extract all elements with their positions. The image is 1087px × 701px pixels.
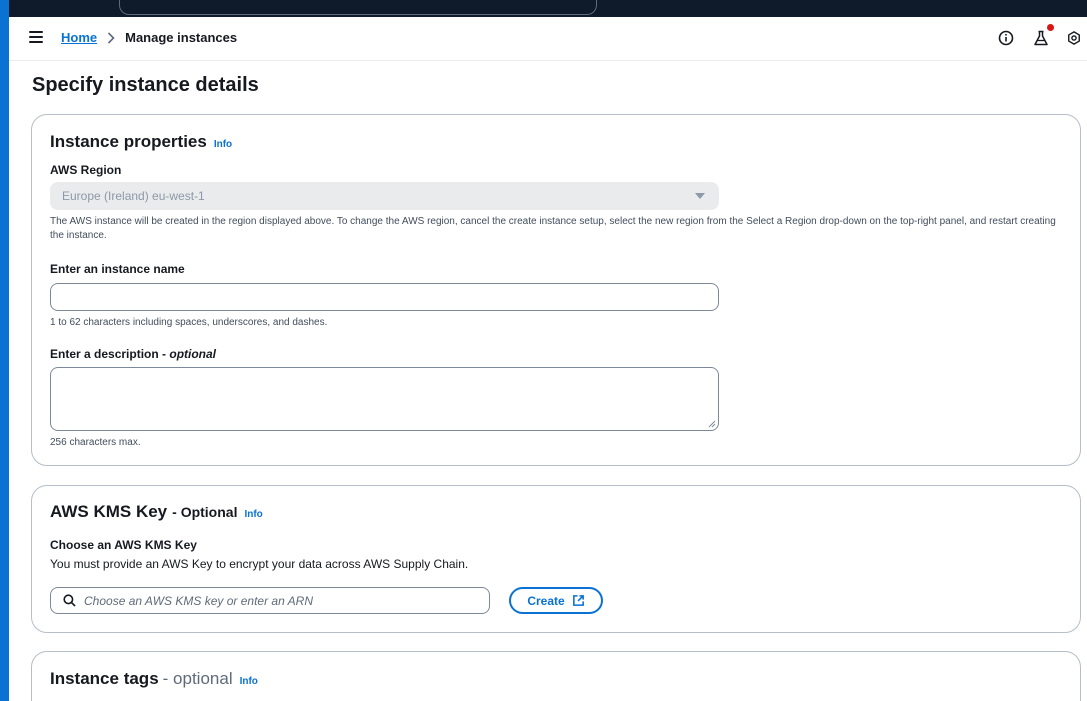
description-optional-text: optional [169,347,217,361]
description-help: 256 characters max. [50,437,141,448]
aws-region-help: The AWS instance will be created in the … [50,216,1056,241]
caret-down-icon [695,193,705,199]
external-link-icon [572,595,584,606]
instance-name-help: 1 to 62 characters including spaces, und… [50,317,328,328]
kms-help: You must provide an AWS Key to encrypt y… [50,557,469,571]
description-label-text: Enter a description - [50,347,170,361]
kms-search-input[interactable]: Choose an AWS KMS key or enter an ARN [50,587,490,614]
info-link[interactable]: Info [244,509,262,520]
resize-grip-icon[interactable] [708,420,716,428]
notification-dot [1047,24,1054,31]
breadcrumb-home-link[interactable]: Home [61,30,97,45]
tags-optional-text: - optional [162,669,233,688]
kms-key-title: AWS KMS Key [50,502,168,521]
instance-name-label: Enter an instance name [50,262,185,276]
instance-tags-heading: Instance tags - optional Info [50,669,258,689]
kms-key-heading: AWS KMS Key - Optional Info [50,502,263,522]
browser-top-strip [9,0,1087,17]
create-kms-key-button[interactable]: Create [509,587,603,614]
kms-search-placeholder: Choose an AWS KMS key or enter an ARN [84,593,313,608]
description-label: Enter a description - optional [50,347,216,361]
search-icon [63,594,76,607]
create-button-label: Create [527,593,565,608]
window-left-edge [0,0,9,701]
instance-tags-panel: Instance tags - optional Info [31,651,1081,701]
aws-region-select: Europe (Ireland) eu-west-1 [50,182,719,210]
chevron-right-icon [107,31,115,44]
breadcrumb-current: Manage instances [125,30,238,45]
kms-choose-label: Choose an AWS KMS Key [50,538,197,552]
info-link[interactable]: Info [214,139,232,150]
instance-properties-panel: Instance properties Info AWS Region Euro… [31,114,1081,466]
instance-name-input[interactable] [50,283,719,311]
page-title: Specify instance details [32,74,259,96]
address-bar-edge [119,0,597,15]
description-textarea[interactable] [50,367,719,431]
info-link[interactable]: Info [240,676,258,687]
instance-properties-heading: Instance properties Info [50,132,232,152]
menu-icon[interactable] [29,31,43,43]
breadcrumb: Home Manage instances [61,30,237,45]
info-circle-icon[interactable] [995,27,1017,49]
settings-icon[interactable] [1063,27,1085,49]
kms-key-panel: AWS KMS Key - Optional Info Choose an AW… [31,485,1081,633]
top-navigation: Home Manage instances [9,17,1087,61]
aws-region-value: Europe (Ireland) eu-west-1 [62,189,205,203]
instance-tags-title: Instance tags [50,669,159,688]
kms-optional-text: - Optional [172,504,238,520]
instance-properties-title: Instance properties [50,132,207,151]
aws-region-label: AWS Region [50,163,122,177]
